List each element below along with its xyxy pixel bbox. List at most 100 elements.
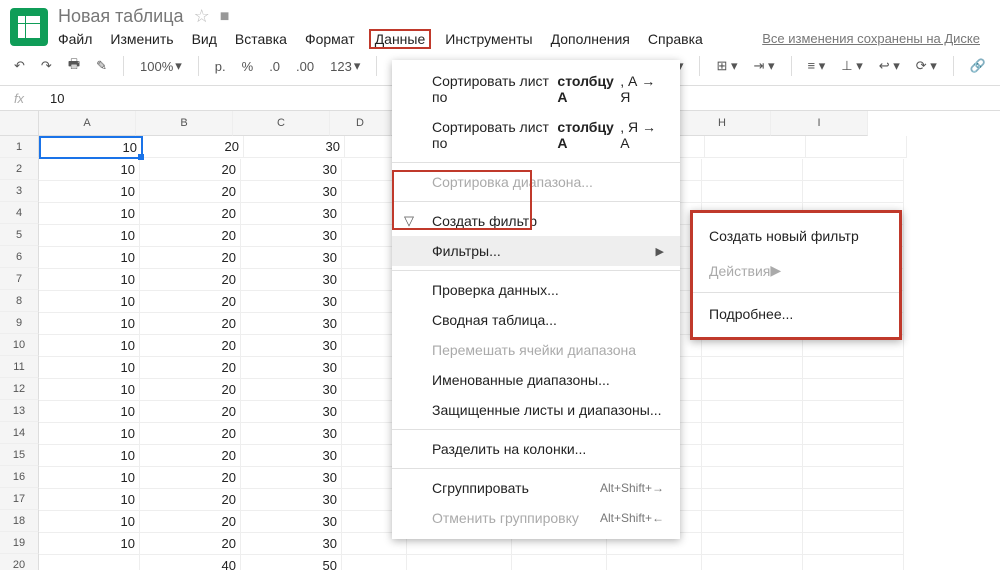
print-icon[interactable]: 🖶 <box>64 53 84 79</box>
dec-less-button[interactable]: .0 <box>265 57 284 76</box>
cell[interactable]: 30 <box>241 225 342 247</box>
select-all-corner[interactable] <box>0 111 39 136</box>
cell[interactable]: 20 <box>140 357 241 379</box>
cell[interactable]: 20 <box>140 489 241 511</box>
cell[interactable] <box>803 357 904 379</box>
menu-protected[interactable]: Защищенные листы и диапазоны... <box>392 395 680 425</box>
merge-icon[interactable]: ⇥ ▾ <box>750 56 779 76</box>
cell[interactable] <box>803 555 904 570</box>
cell[interactable]: 30 <box>241 489 342 511</box>
cell[interactable]: 20 <box>140 467 241 489</box>
cell[interactable]: 20 <box>140 511 241 533</box>
currency-button[interactable]: р. <box>211 57 230 76</box>
cell[interactable]: 30 <box>241 357 342 379</box>
cell[interactable]: 30 <box>241 423 342 445</box>
cell[interactable]: 10 <box>39 401 140 423</box>
cell[interactable] <box>803 181 904 203</box>
menu-group[interactable]: СгруппироватьAlt+Shift+→ <box>392 473 680 503</box>
cell[interactable]: 30 <box>241 269 342 291</box>
submenu-more[interactable]: Подробнее... <box>693 297 899 331</box>
cell[interactable] <box>803 467 904 489</box>
cell[interactable]: 10 <box>39 445 140 467</box>
cell[interactable]: 10 <box>39 533 140 555</box>
cell[interactable] <box>702 489 803 511</box>
menu-addons[interactable]: Дополнения <box>551 31 630 47</box>
cell[interactable] <box>702 159 803 181</box>
cell[interactable]: 10 <box>39 489 140 511</box>
cell[interactable]: 30 <box>241 401 342 423</box>
cell[interactable]: 20 <box>140 181 241 203</box>
cell[interactable]: 10 <box>39 423 140 445</box>
row-header[interactable]: 18 <box>0 510 39 532</box>
cell[interactable] <box>342 555 407 570</box>
row-header[interactable]: 2 <box>0 158 39 180</box>
cell[interactable]: 10 <box>39 247 140 269</box>
col-header-h[interactable]: H <box>674 111 771 136</box>
row-header[interactable]: 19 <box>0 532 39 554</box>
star-icon[interactable]: ☆ <box>194 6 210 27</box>
row-header[interactable]: 14 <box>0 422 39 444</box>
cell[interactable]: 20 <box>140 203 241 225</box>
cell[interactable]: 10 <box>39 357 140 379</box>
row-header[interactable]: 3 <box>0 180 39 202</box>
menu-sort-az[interactable]: Сортировать лист по столбцу A, А → Я <box>392 66 680 112</box>
cell[interactable] <box>803 379 904 401</box>
cell[interactable] <box>702 511 803 533</box>
menu-pivot[interactable]: Сводная таблица... <box>392 305 680 335</box>
menu-edit[interactable]: Изменить <box>110 31 173 47</box>
halign-icon[interactable]: ≡ ▾ <box>804 56 830 76</box>
row-header[interactable]: 5 <box>0 224 39 246</box>
cell[interactable]: 10 <box>39 159 140 181</box>
cell[interactable]: 30 <box>241 467 342 489</box>
save-status[interactable]: Все изменения сохранены на Диске <box>762 31 980 47</box>
dec-more-button[interactable]: .00 <box>292 57 318 76</box>
menu-view[interactable]: Вид <box>192 31 217 47</box>
cell[interactable] <box>39 555 140 570</box>
link-icon[interactable]: 🔗 <box>966 56 990 76</box>
cell[interactable]: 30 <box>241 313 342 335</box>
cell[interactable] <box>607 555 702 570</box>
cell[interactable]: 20 <box>140 247 241 269</box>
menu-named-ranges[interactable]: Именованные диапазоны... <box>392 365 680 395</box>
cell[interactable]: 20 <box>140 533 241 555</box>
cell[interactable]: 30 <box>241 445 342 467</box>
borders-icon[interactable]: ⊞ ▾ <box>712 56 741 76</box>
cell[interactable] <box>702 533 803 555</box>
cell[interactable]: 50 <box>241 555 342 570</box>
cell[interactable]: 20 <box>140 423 241 445</box>
row-header[interactable]: 10 <box>0 334 39 356</box>
cell[interactable]: 20 <box>140 225 241 247</box>
doc-title[interactable]: Новая таблица <box>58 6 184 27</box>
row-header[interactable]: 1 <box>0 136 39 158</box>
menu-validation[interactable]: Проверка данных... <box>392 275 680 305</box>
submenu-new-filter[interactable]: Создать новый фильтр <box>693 219 899 253</box>
row-header[interactable]: 9 <box>0 312 39 334</box>
col-header-b[interactable]: B <box>136 111 233 136</box>
cell[interactable] <box>803 445 904 467</box>
cell[interactable]: 10 <box>39 335 140 357</box>
cell[interactable] <box>512 555 607 570</box>
cell[interactable]: 30 <box>241 379 342 401</box>
zoom-select[interactable]: 100% ▾ <box>136 56 186 76</box>
cell[interactable]: 20 <box>140 159 241 181</box>
paint-icon[interactable]: ✎ <box>92 56 111 76</box>
row-header[interactable]: 12 <box>0 378 39 400</box>
cell[interactable] <box>702 467 803 489</box>
menu-split-columns[interactable]: Разделить на колонки... <box>392 434 680 464</box>
cell[interactable] <box>803 533 904 555</box>
cell[interactable] <box>702 379 803 401</box>
cell[interactable]: 10 <box>39 379 140 401</box>
cell[interactable]: 10 <box>39 291 140 313</box>
menu-sort-za[interactable]: Сортировать лист по столбцу A, Я → А <box>392 112 680 158</box>
menu-tools[interactable]: Инструменты <box>445 31 532 47</box>
wrap-icon[interactable]: ↩ ▾ <box>875 56 904 76</box>
cell[interactable]: 30 <box>244 136 345 158</box>
col-header-c[interactable]: C <box>233 111 330 136</box>
menu-create-filter[interactable]: ▽Создать фильтр <box>392 206 680 236</box>
cell[interactable]: 30 <box>241 335 342 357</box>
cell[interactable]: 10 <box>39 225 140 247</box>
cell[interactable] <box>803 159 904 181</box>
menu-help[interactable]: Справка <box>648 31 703 47</box>
row-header[interactable]: 15 <box>0 444 39 466</box>
cell[interactable] <box>803 401 904 423</box>
